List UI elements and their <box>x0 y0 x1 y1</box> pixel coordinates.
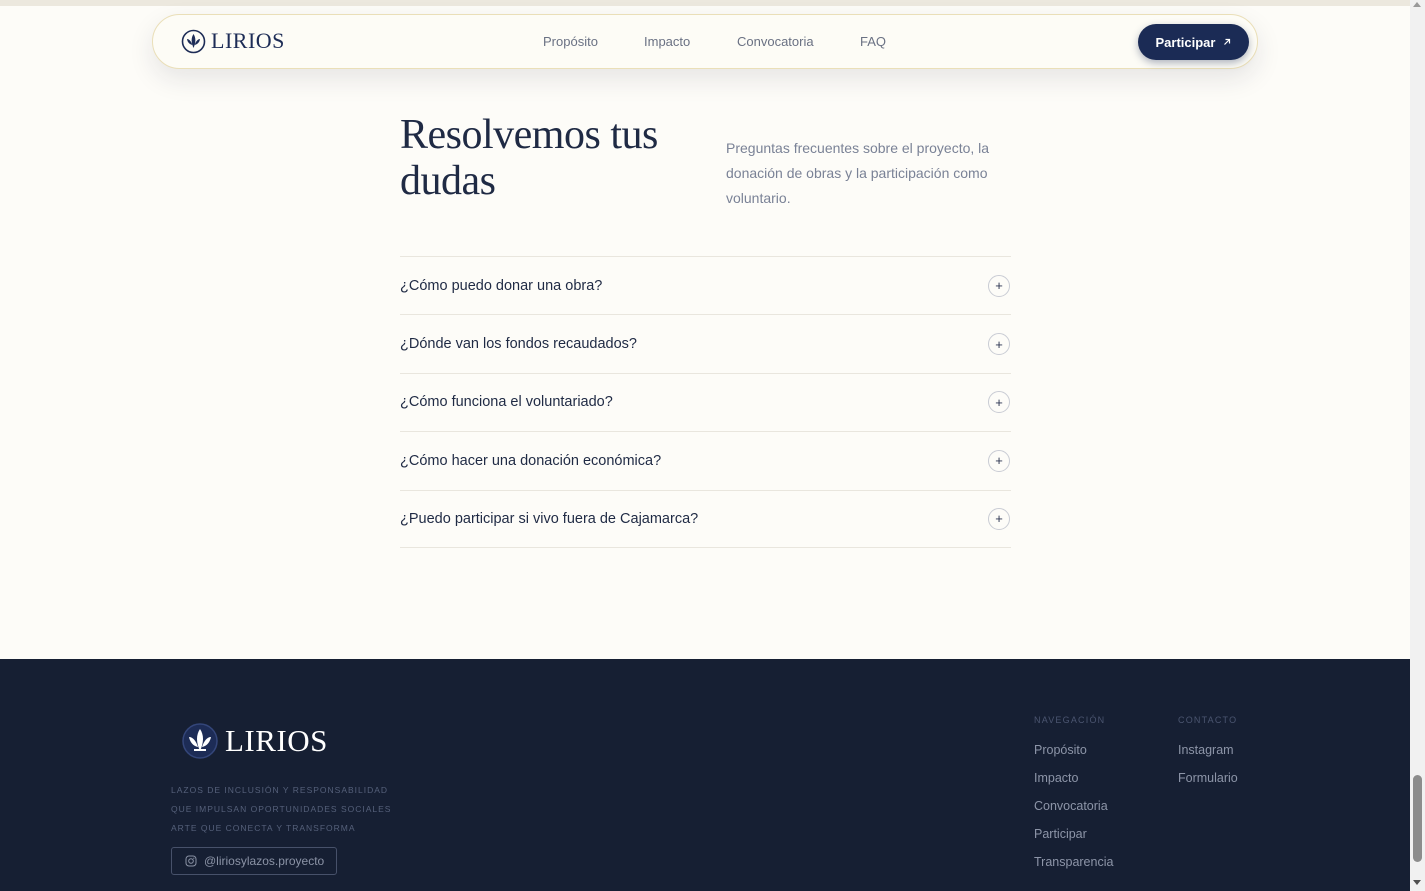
plus-icon[interactable]: + <box>988 274 1010 297</box>
footer-contact-column: Contacto Instagram Formulario <box>1178 715 1238 792</box>
nav-link-convocatoria[interactable]: Convocatoria <box>737 34 814 49</box>
footer-brand-logo[interactable]: LIRIOS <box>181 722 328 760</box>
scrollbar[interactable] <box>1410 0 1425 891</box>
instagram-button[interactable]: @liriosylazos.proyecto <box>171 847 337 875</box>
faq-title: Resolvemos tus dudas <box>400 112 658 204</box>
footer-link-instagram[interactable]: Instagram <box>1178 736 1238 764</box>
navbar: LIRIOS Propósito Impacto Convocatoria FA… <box>152 14 1258 69</box>
footer-brand-name: LIRIOS <box>225 723 328 758</box>
page: LIRIOS Propósito Impacto Convocatoria FA… <box>0 0 1410 891</box>
arrow-up-right-icon <box>1224 38 1231 45</box>
plus-icon[interactable]: + <box>988 391 1010 414</box>
lily-logo-icon <box>181 29 206 53</box>
footer-link-transparencia[interactable]: Transparencia <box>1034 848 1113 876</box>
footer-taglines: Lazos de inclusión y responsabilidad que… <box>171 781 391 838</box>
footer-link-impacto[interactable]: Impacto <box>1034 764 1113 792</box>
faq-list: ¿Cómo puedo donar una obra? + ¿Dónde van… <box>400 256 1011 548</box>
participar-label: Participar <box>1155 34 1216 50</box>
faq-subtitle: Preguntas frecuentes sobre el proyecto, … <box>726 140 990 206</box>
instagram-handle: @liriosylazos.proyecto <box>204 854 325 868</box>
footer-nav-heading: Navegación <box>1034 715 1106 725</box>
faq-question: ¿Cómo puedo donar una obra? <box>400 277 603 294</box>
nav-link-faq[interactable]: FAQ <box>860 34 886 49</box>
faq-question: ¿Puedo participar si vivo fuera de Cajam… <box>400 510 699 527</box>
scroll-down-arrow-icon[interactable] <box>1413 880 1421 885</box>
faq-item[interactable]: ¿Cómo puedo donar una obra? + <box>400 256 1011 314</box>
faq-question: ¿Dónde van los fondos recaudados? <box>400 336 637 353</box>
nav-link-proposito[interactable]: Propósito <box>543 34 598 49</box>
brand-logo[interactable]: LIRIOS <box>181 28 285 54</box>
footer-link-formulario[interactable]: Formulario <box>1178 764 1238 792</box>
tagline: Lazos de inclusión y responsabilidad <box>171 785 389 795</box>
scrollbar-thumb[interactable] <box>1413 775 1422 862</box>
brand-name: LIRIOS <box>211 28 285 53</box>
scroll-up-arrow-icon[interactable] <box>1413 2 1421 7</box>
faq-item[interactable]: ¿Puedo participar si vivo fuera de Cajam… <box>400 489 1011 548</box>
plus-icon[interactable]: + <box>988 449 1010 472</box>
lily-logo-icon <box>182 723 218 759</box>
faq-item[interactable]: ¿Cómo hacer una donación económica? + <box>400 431 1011 489</box>
faq-item[interactable]: ¿Cómo funciona el voluntariado? + <box>400 372 1011 431</box>
plus-icon[interactable]: + <box>988 507 1010 530</box>
nav-link-impacto[interactable]: Impacto <box>644 34 690 49</box>
tagline: que impulsan oportunidades sociales <box>171 804 392 814</box>
footer: LIRIOS Lazos de inclusión y responsabili… <box>0 659 1410 891</box>
faq-question: ¿Cómo funciona el voluntariado? <box>400 394 613 411</box>
footer-link-proposito[interactable]: Propósito <box>1034 736 1113 764</box>
faq-question: ¿Cómo hacer una donación económica? <box>400 452 662 469</box>
tagline: arte que conecta y transforma <box>171 823 356 833</box>
footer-link-participar[interactable]: Participar <box>1034 820 1113 848</box>
footer-contact-heading: Contacto <box>1178 715 1238 725</box>
footer-nav-column: Navegación Propósito Impacto Convocatori… <box>1034 715 1113 876</box>
plus-icon[interactable]: + <box>988 333 1010 356</box>
instagram-icon <box>185 855 197 867</box>
faq-item[interactable]: ¿Dónde van los fondos recaudados? + <box>400 314 1011 372</box>
footer-link-convocatoria[interactable]: Convocatoria <box>1034 792 1113 820</box>
participar-button[interactable]: Participar <box>1138 24 1249 60</box>
